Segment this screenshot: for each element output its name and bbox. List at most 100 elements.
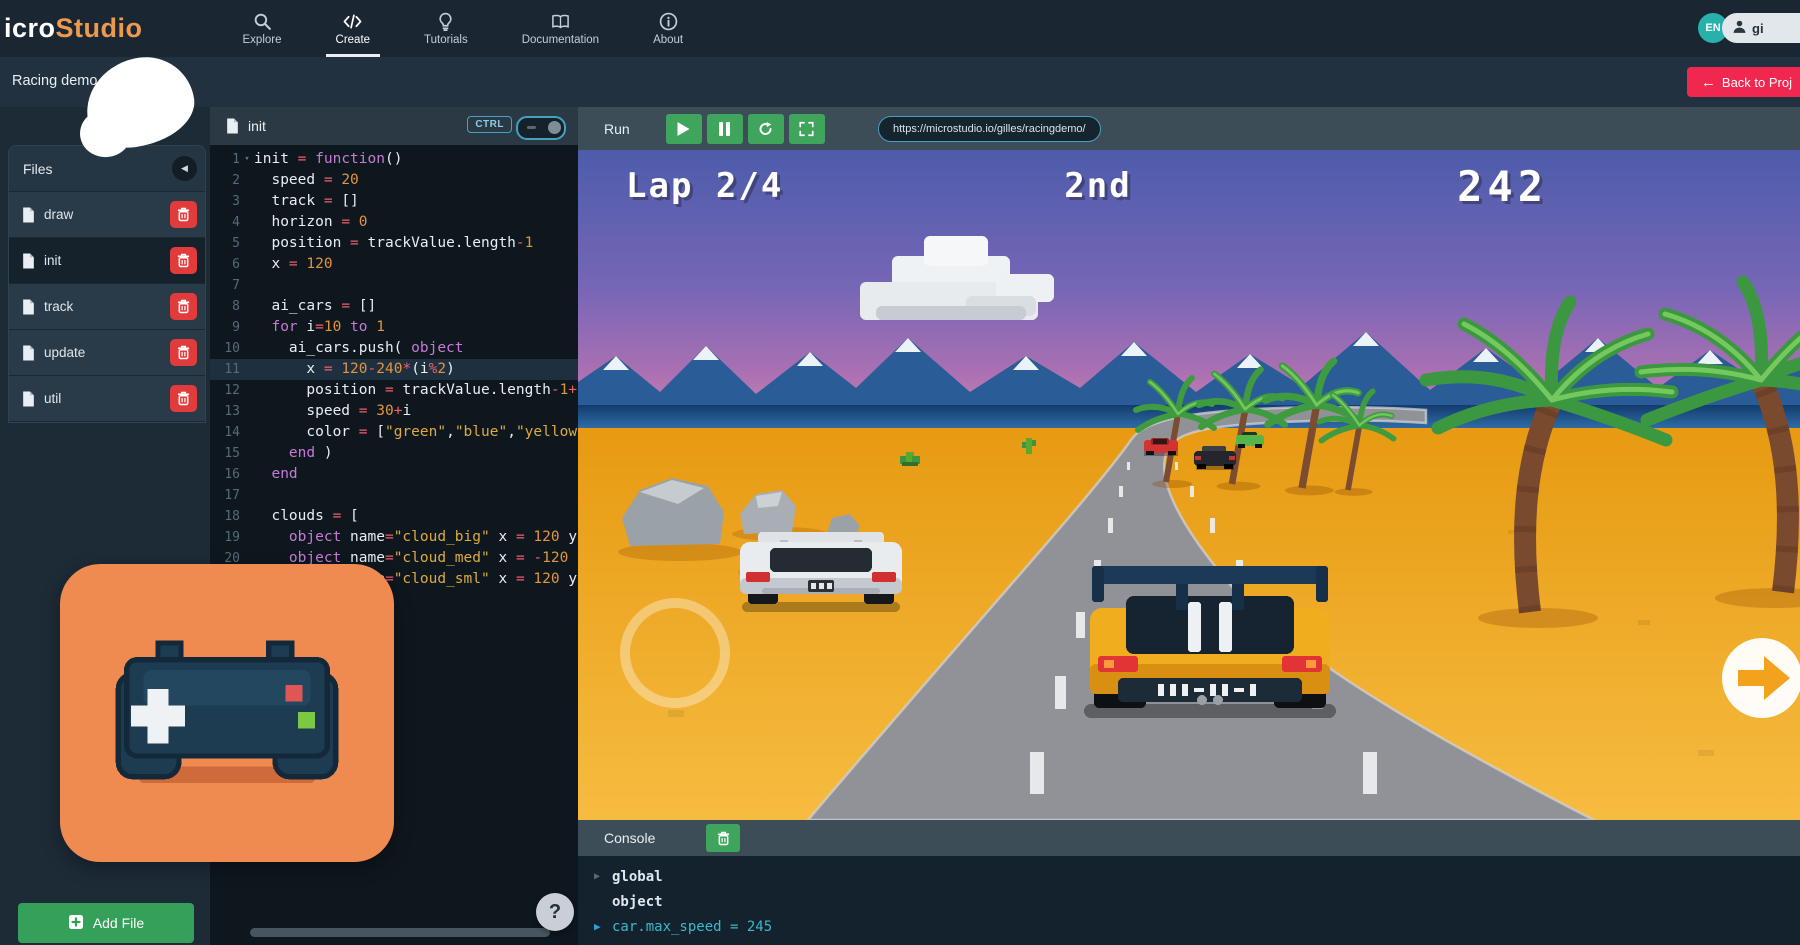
- file-name: track: [44, 299, 73, 314]
- code-line: 12 position = trackValue.length-1+i*.1: [210, 380, 578, 401]
- file-item-init[interactable]: init: [9, 238, 205, 284]
- code-line: 3 track = []: [210, 191, 578, 212]
- code-text: end: [254, 464, 298, 485]
- ctrl-key-badge: CTRL: [467, 116, 512, 133]
- nav-item-tutorials[interactable]: Tutorials: [420, 0, 472, 57]
- info-icon: [659, 12, 678, 31]
- delete-file-button[interactable]: [170, 201, 197, 228]
- reload-icon: [758, 121, 773, 137]
- add-file-button[interactable]: Add File: [18, 903, 194, 943]
- game-scene: [578, 150, 1800, 820]
- fold-marker: [240, 527, 254, 548]
- file-list: draw init track update util: [9, 192, 205, 422]
- code-text: for i=10 to 1: [254, 317, 385, 338]
- delete-file-button[interactable]: [170, 247, 197, 274]
- run-bar: Run https://microstudio.io/gilles/racing…: [578, 107, 1800, 150]
- left-touch-control[interactable]: [620, 598, 730, 708]
- fold-marker: [240, 338, 254, 359]
- right-arrow-control[interactable]: [1720, 636, 1800, 720]
- file-name: init: [44, 253, 61, 268]
- code-line: 9 for i=10 to 1: [210, 317, 578, 338]
- logo[interactable]: icroStudio: [4, 13, 143, 44]
- fullscreen-icon: [799, 121, 814, 137]
- code-text: speed = 30+i: [254, 401, 411, 422]
- clear-console-button[interactable]: [706, 824, 740, 852]
- nav-label: Documentation: [522, 34, 599, 46]
- back-to-projects-button[interactable]: ← Back to Proj: [1687, 67, 1800, 97]
- editor-tab-name: init: [248, 118, 266, 134]
- play-button[interactable]: [666, 114, 702, 144]
- code-text: track = []: [254, 191, 359, 212]
- fold-marker: [240, 296, 254, 317]
- code-line: 8 ai_cars = []: [210, 296, 578, 317]
- console-line: ▶global: [578, 864, 1800, 889]
- delete-file-button[interactable]: [170, 385, 197, 412]
- pause-button[interactable]: [707, 114, 743, 144]
- nav-item-documentation[interactable]: Documentation: [518, 0, 603, 57]
- nav-item-about[interactable]: About: [649, 0, 687, 57]
- fold-marker: [240, 506, 254, 527]
- help-button[interactable]: ?: [536, 893, 574, 931]
- code-text: object name="cloud_big" x = 120 y = 35 v: [254, 527, 578, 548]
- editor-mode-toggle[interactable]: [516, 116, 566, 140]
- file-item-update[interactable]: update: [9, 330, 205, 376]
- game-viewport[interactable]: Lap 2/4 2nd 242: [578, 150, 1800, 820]
- project-bar: Racing demo ← Back to Proj: [0, 57, 1800, 107]
- fold-marker: [240, 170, 254, 191]
- fold-marker: [240, 254, 254, 275]
- horizontal-scrollbar[interactable]: [250, 928, 550, 937]
- nav-items: Explore Create Tutorials Documentation About: [239, 0, 688, 57]
- run-label: Run: [604, 121, 630, 137]
- line-number: 17: [210, 485, 240, 506]
- code-line: 11 x = 120-240*(i%2): [210, 359, 578, 380]
- code-line: 1▾init = function(): [210, 149, 578, 170]
- console-prompt-icon: ▶: [594, 920, 612, 933]
- console-bar: Console: [578, 820, 1800, 856]
- hud-race-position: 2nd: [1033, 166, 1163, 206]
- user-name: gi: [1752, 21, 1764, 36]
- fullscreen-button[interactable]: [789, 114, 825, 144]
- line-number: 16: [210, 464, 240, 485]
- file-name: draw: [44, 207, 73, 222]
- code-text: color = ["green","blue","yellow","white: [254, 422, 578, 443]
- delete-file-button[interactable]: [170, 339, 197, 366]
- line-number: 1: [210, 149, 240, 170]
- code-text: x = 120-240*(i%2): [254, 359, 455, 380]
- console-output[interactable]: ▶globalobject▶car.max_speed = 245: [578, 856, 1800, 945]
- line-number: 2: [210, 170, 240, 191]
- line-number: 9: [210, 317, 240, 338]
- fold-marker: [240, 485, 254, 506]
- restart-button[interactable]: [748, 114, 784, 144]
- add-file-icon: [68, 914, 84, 933]
- file-item-draw[interactable]: draw: [9, 192, 205, 238]
- line-number: 19: [210, 527, 240, 548]
- file-item-track[interactable]: track: [9, 284, 205, 330]
- code-text: ai_cars = []: [254, 296, 376, 317]
- run-buttons: [666, 114, 825, 144]
- collapse-sidebar-button[interactable]: ◀: [172, 156, 197, 181]
- file-name: update: [44, 345, 85, 360]
- code-text: init = function(): [254, 149, 402, 170]
- code-text: speed = 20: [254, 170, 359, 191]
- hud-lap-counter: Lap 2/4: [626, 166, 783, 206]
- fold-marker: [240, 191, 254, 212]
- files-header-label: Files: [23, 161, 53, 177]
- code-line: 7: [210, 275, 578, 296]
- code-line: 14 color = ["green","blue","yellow","whi…: [210, 422, 578, 443]
- editor-header: init CTRL: [210, 107, 578, 145]
- console-prompt-icon: ▶: [594, 871, 612, 882]
- fold-marker: [240, 359, 254, 380]
- code-text: x = 120: [254, 254, 333, 275]
- game-url-link[interactable]: https://microstudio.io/gilles/racingdemo…: [878, 116, 1101, 142]
- file-item-util[interactable]: util: [9, 376, 205, 422]
- nav-item-create[interactable]: Create: [332, 0, 375, 57]
- line-number: 15: [210, 443, 240, 464]
- code-line: 4 horizon = 0: [210, 212, 578, 233]
- fold-marker: [240, 275, 254, 296]
- user-menu[interactable]: gi: [1722, 13, 1800, 43]
- delete-file-button[interactable]: [170, 293, 197, 320]
- console-text: object: [612, 894, 663, 910]
- code-text: end ): [254, 443, 333, 464]
- code-line: 19 object name="cloud_big" x = 120 y = 3…: [210, 527, 578, 548]
- nav-item-explore[interactable]: Explore: [239, 0, 286, 57]
